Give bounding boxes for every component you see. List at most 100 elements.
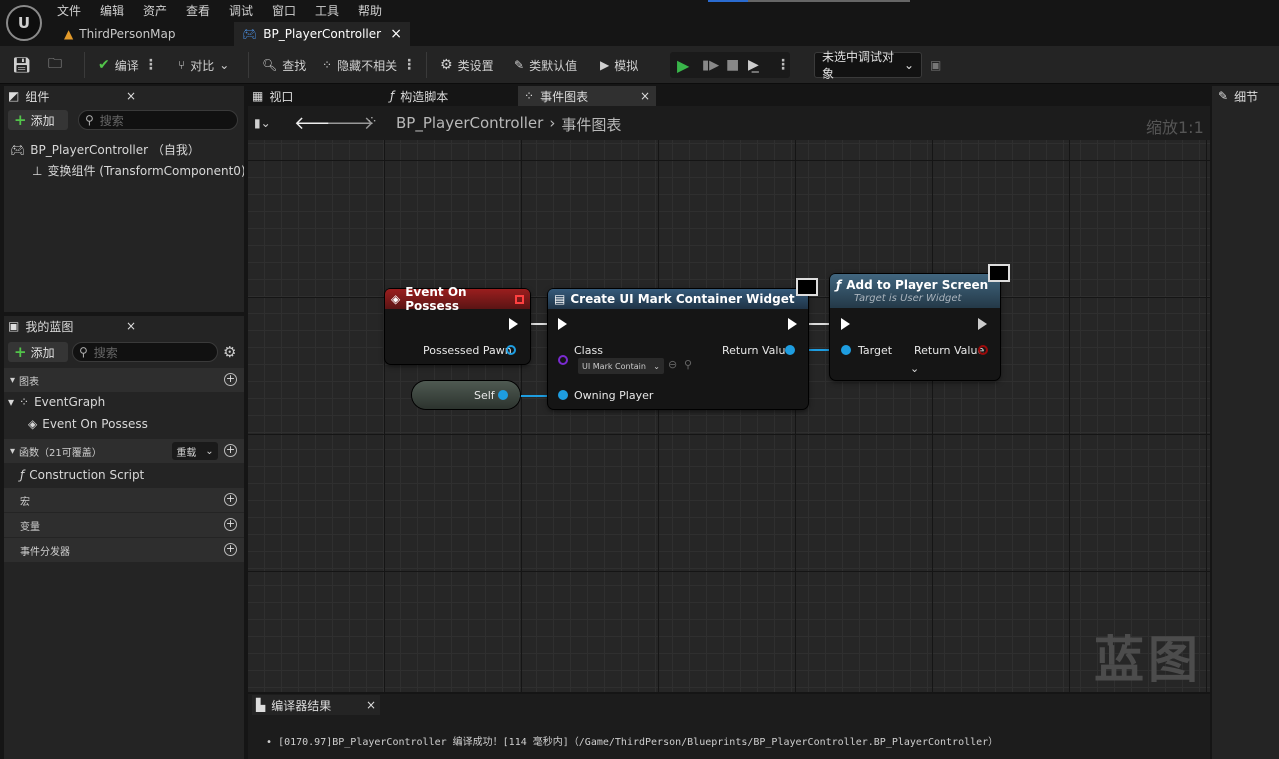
graph-icon: ⁘ [366,114,378,130]
unreal-logo-icon[interactable]: U [6,5,42,41]
menu-edit[interactable]: 编辑 [100,2,124,19]
components-search-input[interactable]: ⚲ 搜索 [78,110,238,130]
class-value: UI Mark Contain [582,361,646,371]
close-icon[interactable]: × [126,319,136,333]
my-blueprint-tab[interactable]: ▣ 我的蓝图 × [8,316,136,336]
compile-label: 编译 [114,58,139,73]
class-defaults-button[interactable]: ✎ 类默认值 [514,46,577,84]
chevron-down-icon[interactable]: ⌄ [910,362,919,375]
add-macro-icon[interactable]: + [224,493,237,506]
doc-tab-blueprint[interactable]: 🎮︎ BP_PlayerController × [234,22,410,46]
compile-button[interactable]: ✔ 编译 ⋮ [98,46,158,84]
exec-out-pin[interactable] [788,318,797,330]
save-button[interactable]: 💾︎ [12,46,31,84]
hide-unrelated-label: 隐藏不相关 [337,58,398,73]
menu-tools[interactable]: 工具 [315,2,339,19]
collapse-icon: ▾ [10,374,16,386]
compiler-message: • [0170.97]BP_PlayerController 编译成功！[114… [266,733,998,748]
add-component-button[interactable]: + 添加 [8,110,68,130]
play-button[interactable]: ▶ [677,46,689,84]
return-bool-pin[interactable] [978,345,988,355]
components-tab[interactable]: ◩ 组件 × [8,86,136,106]
breadcrumb-blueprint[interactable]: BP_PlayerController [396,114,543,135]
find-button[interactable]: 🔍︎ 查找 [262,46,306,84]
client-only-icon [796,278,818,296]
exec-in-pin[interactable] [558,318,567,330]
tab-compiler-results[interactable]: ▙ 编译器结果 × [252,695,380,715]
class-settings-button[interactable]: ⚙ 类设置 [440,46,494,84]
hide-unrelated-button[interactable]: ⁘ 隐藏不相关 ⋮ [322,46,416,84]
class-dropdown[interactable]: UI Mark Contain ⌄ [578,358,664,374]
menu-asset[interactable]: 资产 [143,2,167,19]
eject-button[interactable]: ▶̲ [748,46,759,84]
target-pin[interactable] [841,345,851,355]
use-selected-icon[interactable]: ⊖ [668,358,677,371]
node-event-on-possess[interactable]: ◈ Event On Possess Possessed Pawn [385,285,530,364]
gear-icon[interactable]: ⚙ [223,343,236,361]
diff-button[interactable]: ⑂ 对比 ⌄ [178,46,229,84]
exec-out-pin[interactable] [978,318,987,330]
play-options-button[interactable]: ⋮ [776,46,790,84]
stop-button[interactable]: ■ [726,46,739,84]
node-self[interactable]: Self [412,381,520,409]
close-icon[interactable]: × [390,26,402,42]
node-add-to-player-screen[interactable]: ƒ Add to Player Screen Target is User Wi… [830,274,1000,380]
breadcrumb-graph[interactable]: 事件图表 [561,114,621,135]
browse-icon[interactable]: ⚲ [684,358,692,371]
menu-window[interactable]: 窗口 [272,2,296,19]
add-graph-icon[interactable]: + [224,373,237,386]
possessed-pawn-pin[interactable] [506,345,516,355]
section-dispatchers[interactable]: 事件分发器 + [4,538,244,562]
blueprint-search-input[interactable]: ⚲ 搜索 [72,342,218,362]
tab-event-graph[interactable]: ⁘ 事件图表 × [518,86,656,106]
event-graph-canvas[interactable] [248,140,1210,692]
override-dropdown[interactable]: 重载 ⌄ [172,442,218,460]
owning-player-pin[interactable] [558,390,568,400]
return-value-pin[interactable] [785,345,795,355]
doc-tab-map[interactable]: ▲ ThirdPersonMap [56,22,232,46]
component-root[interactable]: 🎮︎ BP_PlayerController （自我） [10,141,200,158]
add-member-button[interactable]: + 添加 [8,342,68,362]
class-settings-label: 类设置 [457,58,494,73]
compiler-message-text: [0170.97]BP_PlayerController 编译成功！[114 毫… [278,737,999,748]
tree-construction-script[interactable]: ƒ Construction Script [20,468,144,482]
bookmark-button[interactable]: ▮⌄ [254,104,271,142]
debug-object-button[interactable]: ▣ [930,46,941,84]
simulate-button[interactable]: ▶ 模拟 [600,46,638,84]
close-icon[interactable]: × [366,698,376,712]
section-variables[interactable]: 变量 + [4,513,244,537]
return-value-label: Return Value [722,344,793,357]
compile-icon: ▙ [256,698,266,712]
function-icon: ƒ [836,278,842,292]
menu-help[interactable]: 帮助 [358,2,382,19]
section-macros[interactable]: 宏 + [4,488,244,512]
add-function-icon[interactable]: + [224,444,237,457]
add-dispatcher-icon[interactable]: + [224,543,237,556]
tab-details[interactable]: ✎ 细节 [1218,86,1258,106]
menu-view[interactable]: 查看 [186,2,210,19]
step-button[interactable]: ▮▶ [702,46,719,84]
menu-debug[interactable]: 调试 [229,2,253,19]
pencil-icon: ✎ [514,58,525,72]
tree-eventgraph[interactable]: ▾ ⁘ EventGraph [8,395,105,409]
section-functions[interactable]: ▾ 函数（21可覆盖） 重载 ⌄ + [4,439,244,463]
tree-event-on-possess[interactable]: ◈ Event On Possess [28,417,148,431]
close-icon[interactable]: × [126,89,136,103]
browse-button[interactable]: 🗀 [48,46,62,84]
self-pin[interactable] [498,390,508,400]
progress-indicator [708,0,748,2]
debug-target-dropdown[interactable]: 未选中调试对象 ⌄ [814,50,922,81]
tab-construction[interactable]: ƒ 构造脚本 [390,86,510,106]
component-transform[interactable]: ⊥ 变换组件 (TransformComponent0) 在 [32,162,244,179]
hide-options-icon[interactable]: ⋮ [402,57,416,73]
exec-out-pin[interactable] [509,318,518,330]
exec-in-pin[interactable] [841,318,850,330]
menu-file[interactable]: 文件 [57,2,81,19]
section-graphs[interactable]: ▾ 图表 + [4,368,244,392]
close-icon[interactable]: × [640,89,650,103]
node-create-widget[interactable]: ▤ Create UI Mark Container Widget Class … [548,289,808,409]
add-variable-icon[interactable]: + [224,518,237,531]
tab-viewport[interactable]: ▦ 视口 [252,86,372,106]
class-pin[interactable] [558,355,568,365]
compile-options-icon[interactable]: ⋮ [144,57,158,73]
